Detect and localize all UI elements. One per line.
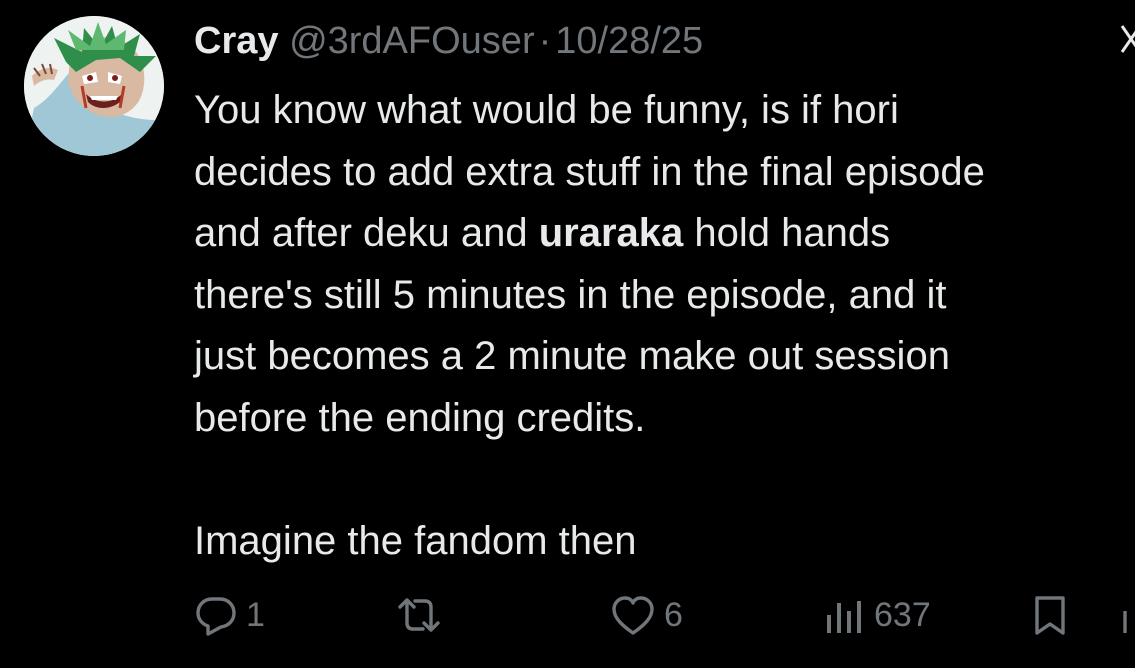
views-button[interactable]: 637 <box>822 585 931 645</box>
like-button[interactable]: 6 <box>610 585 683 645</box>
share-icon <box>1123 611 1127 633</box>
user-handle[interactable]: @3rdAFOuser <box>289 20 535 62</box>
tweet-date[interactable]: 10/28/25 <box>555 20 703 62</box>
reply-button[interactable]: 1 <box>194 585 265 645</box>
tweet-text-line: You know what would be funny, is if hori <box>194 88 899 132</box>
share-button[interactable] <box>1122 585 1135 645</box>
tweet-text-line: and after deku and uraraka hold hands <box>194 203 1135 265</box>
retweet-button[interactable] <box>396 585 450 645</box>
heart-icon <box>612 596 654 635</box>
like-count: 6 <box>664 595 683 634</box>
action-bar: 1 6 637 <box>0 585 1135 645</box>
bookmark-icon <box>1035 596 1065 635</box>
tweet-header: Cray @3rdAFOuser · 10/28/25 <box>194 18 703 64</box>
tweet-text-line: Imagine the fandom then <box>194 518 637 563</box>
views-count: 637 <box>874 595 931 634</box>
tweet-text-line: there's still 5 minutes in the episode, … <box>194 272 947 317</box>
tweet-text: You know what would be funny, is if hori… <box>194 80 1135 572</box>
tweet-text-line: just becomes a 2 minute make out session <box>194 334 950 378</box>
more-icon[interactable] <box>1118 22 1135 56</box>
tweet-text-segment: and after deku and <box>194 211 539 255</box>
tweet-text-line: decides to add extra stuff in the final … <box>194 149 985 194</box>
tweet-text-segment: hold hands <box>683 211 891 255</box>
retweet-icon <box>398 598 440 632</box>
display-name[interactable]: Cray <box>194 20 279 62</box>
reply-icon <box>196 597 236 636</box>
separator-dot: · <box>538 20 552 62</box>
highlighted-keyword: uraraka <box>538 211 684 255</box>
bookmark-button[interactable] <box>1028 585 1072 645</box>
tweet-text-line: before the ending credits. <box>194 395 646 440</box>
tweet[interactable]: Cray @3rdAFOuser · 10/28/25 You know what … <box>0 0 1135 668</box>
views-icon <box>827 601 861 633</box>
avatar[interactable] <box>24 16 164 156</box>
avatar-image <box>24 16 164 156</box>
reply-count: 1 <box>246 595 265 634</box>
